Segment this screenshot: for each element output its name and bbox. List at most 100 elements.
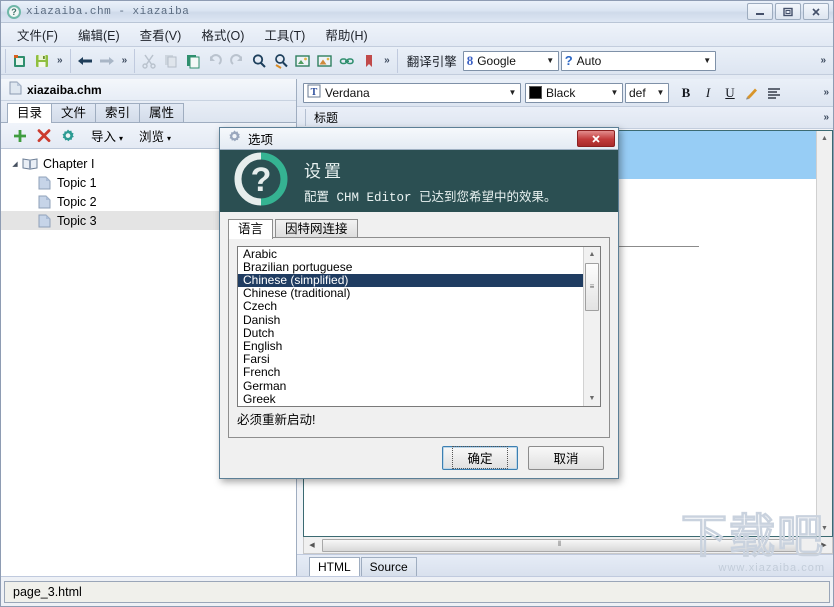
chevron-down-icon[interactable]: ▼ — [653, 84, 668, 102]
chevron-down-icon[interactable]: ▼ — [607, 84, 622, 102]
status-bar: page_3.html — [1, 576, 833, 606]
ok-button-label: 确定 — [452, 446, 507, 469]
bookmark-icon[interactable] — [358, 50, 380, 72]
expand-collapse-icon[interactable]: ◢ — [9, 160, 21, 168]
chevron-down-icon[interactable]: ▾ — [119, 134, 123, 143]
dialog-footer: 确定 取消 — [220, 438, 618, 478]
hscroll-thumb[interactable]: ⦀ — [322, 539, 798, 552]
list-item[interactable]: Greek — [238, 393, 583, 406]
scroll-down-arrow-icon[interactable]: ▼ — [589, 391, 596, 406]
list-item[interactable]: Farsi — [238, 353, 583, 366]
find-replace-icon[interactable] — [270, 50, 292, 72]
font-size-select[interactable]: def ▼ — [625, 83, 669, 103]
close-button[interactable] — [803, 3, 829, 20]
menu-help[interactable]: 帮助(H) — [315, 23, 377, 46]
menu-tools[interactable]: 工具(T) — [254, 23, 315, 46]
hscroll-track[interactable]: ⦀ — [320, 539, 816, 552]
list-item[interactable]: Arabic — [238, 248, 583, 261]
color-swatch — [529, 86, 542, 99]
cancel-button[interactable]: 取消 — [528, 446, 604, 470]
list-item[interactable]: German — [238, 380, 583, 393]
list-item[interactable]: Dutch — [238, 327, 583, 340]
tab-index[interactable]: 索引 — [95, 103, 140, 122]
dialog-header: ? 设置 配置 CHM Editor 已达到您希望中的效果。 — [220, 150, 618, 212]
link-icon[interactable] — [336, 50, 358, 72]
language-scroll-thumb[interactable]: ≡ — [585, 263, 599, 311]
dialog-tabs: 语言 因特网连接 — [228, 218, 610, 238]
menu-file[interactable]: 文件(F) — [7, 23, 68, 46]
copy-icon — [160, 50, 182, 72]
list-item[interactable]: Chinese (traditional) — [238, 287, 583, 300]
list-item[interactable]: Danish — [238, 314, 583, 327]
tab-files[interactable]: 文件 — [51, 103, 96, 122]
paste-icon[interactable] — [182, 50, 204, 72]
editor-vertical-scrollbar[interactable]: ▲ ▼ — [816, 131, 832, 536]
scroll-down-arrow-icon[interactable]: ▼ — [821, 521, 828, 536]
back-arrow-icon[interactable] — [74, 50, 96, 72]
toolbar-overflow-edit[interactable]: » — [380, 55, 394, 66]
save-icon[interactable] — [31, 50, 53, 72]
help-circle-icon: ? — [7, 5, 21, 19]
font-color-value: Black — [542, 86, 607, 100]
scroll-left-arrow-icon[interactable]: ◀ — [304, 538, 320, 553]
ok-button[interactable]: 确定 — [442, 446, 518, 470]
underline-button[interactable]: U — [719, 82, 741, 104]
gear-icon[interactable] — [57, 125, 79, 147]
question-mark-icon: ? — [234, 152, 288, 209]
chevron-down-icon[interactable]: ▼ — [543, 52, 558, 70]
left-panel-tabs: 目录 文件 索引 属性 — [1, 101, 296, 123]
dialog-tab-language[interactable]: 语言 — [228, 219, 273, 239]
chevron-down-icon[interactable]: ▼ — [700, 52, 715, 70]
tab-html[interactable]: HTML — [309, 557, 360, 577]
scroll-up-arrow-icon[interactable]: ▲ — [589, 247, 596, 262]
page-icon — [35, 176, 53, 190]
browse-button[interactable]: 浏览▾ — [129, 126, 175, 145]
dialog-title-bar: 选项 — [220, 128, 618, 150]
add-topic-icon[interactable] — [9, 125, 31, 147]
redo-icon — [226, 50, 248, 72]
list-item[interactable]: French — [238, 366, 583, 379]
toolbar-overflow-file[interactable]: » — [53, 55, 67, 66]
delete-topic-icon[interactable] — [33, 125, 55, 147]
minimize-button[interactable] — [747, 3, 773, 20]
font-family-select[interactable]: T Verdana ▼ — [303, 83, 521, 103]
toolbar-overflow-nav[interactable]: » — [118, 55, 132, 66]
insert-image-icon[interactable] — [292, 50, 314, 72]
toolbar-overflow-translate[interactable]: » — [816, 55, 830, 66]
italic-button[interactable]: I — [697, 82, 719, 104]
translate-engine-select[interactable]: 8 Google ▼ — [463, 51, 559, 71]
language-list-scrollbar[interactable]: ▲ ≡ ▼ — [583, 247, 600, 406]
image-properties-icon[interactable] — [314, 50, 336, 72]
tab-properties[interactable]: 属性 — [139, 103, 184, 122]
style-bar-overflow[interactable]: » — [819, 112, 833, 123]
tab-source[interactable]: Source — [361, 557, 417, 576]
editor-view-tabs: HTML Source — [297, 554, 833, 576]
editor-horizontal-scrollbar[interactable]: ◀ ⦀ ▶ — [303, 537, 833, 554]
paragraph-style-value[interactable]: 标题 — [305, 109, 338, 126]
translate-language-select[interactable]: ? Auto ▼ — [561, 51, 716, 71]
list-item[interactable]: Czech — [238, 300, 583, 313]
menu-edit[interactable]: 编辑(E) — [68, 23, 130, 46]
bold-button[interactable]: B — [675, 82, 697, 104]
align-left-icon[interactable] — [763, 82, 785, 104]
format-toolbar-overflow[interactable]: » — [819, 87, 833, 98]
highlighter-icon[interactable] — [741, 82, 763, 104]
maximize-button[interactable] — [775, 3, 801, 20]
language-listbox[interactable]: Arabic Brazilian portuguese Chinese (sim… — [237, 246, 601, 407]
dialog-tab-internet[interactable]: 因特网连接 — [275, 219, 358, 238]
list-item[interactable]: English — [238, 340, 583, 353]
book-icon — [21, 157, 39, 170]
toolbar-group-file: » — [5, 49, 71, 73]
dialog-close-button[interactable] — [577, 130, 615, 147]
scroll-right-arrow-icon[interactable]: ▶ — [816, 538, 832, 553]
new-file-icon[interactable] — [9, 50, 31, 72]
menu-view[interactable]: 查看(V) — [130, 23, 192, 46]
import-button[interactable]: 导入▾ — [81, 126, 127, 145]
font-color-select[interactable]: Black ▼ — [525, 83, 623, 103]
tab-contents[interactable]: 目录 — [7, 103, 52, 123]
menu-format[interactable]: 格式(O) — [191, 23, 254, 46]
scroll-up-arrow-icon[interactable]: ▲ — [821, 131, 828, 146]
search-icon[interactable] — [248, 50, 270, 72]
chevron-down-icon[interactable]: ▾ — [167, 134, 171, 143]
chevron-down-icon[interactable]: ▼ — [505, 84, 520, 102]
